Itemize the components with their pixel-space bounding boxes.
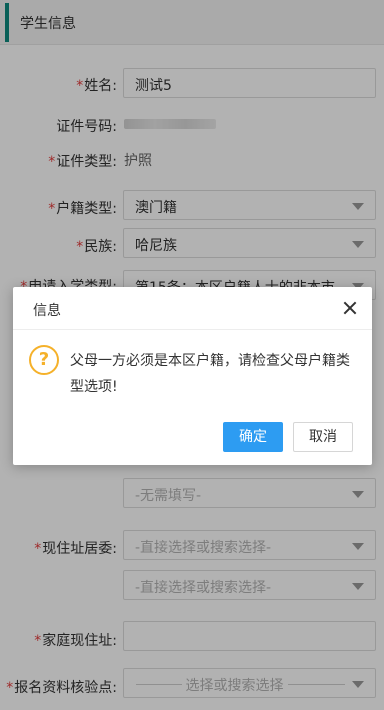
confirm-button[interactable]: 确定 [223, 422, 283, 452]
dialog-title: 信息 [33, 303, 61, 319]
cancel-button[interactable]: 取消 [293, 422, 353, 452]
close-icon[interactable] [338, 296, 362, 320]
question-icon: ? [29, 345, 59, 375]
dialog-divider [13, 329, 372, 330]
dialog-message: 父母一方必须是本区户籍，请检查父母户籍类型选项! [70, 353, 350, 395]
info-dialog: 信息 ? 父母一方必须是本区户籍，请检查父母户籍类型选项! 确定 取消 [13, 287, 372, 465]
